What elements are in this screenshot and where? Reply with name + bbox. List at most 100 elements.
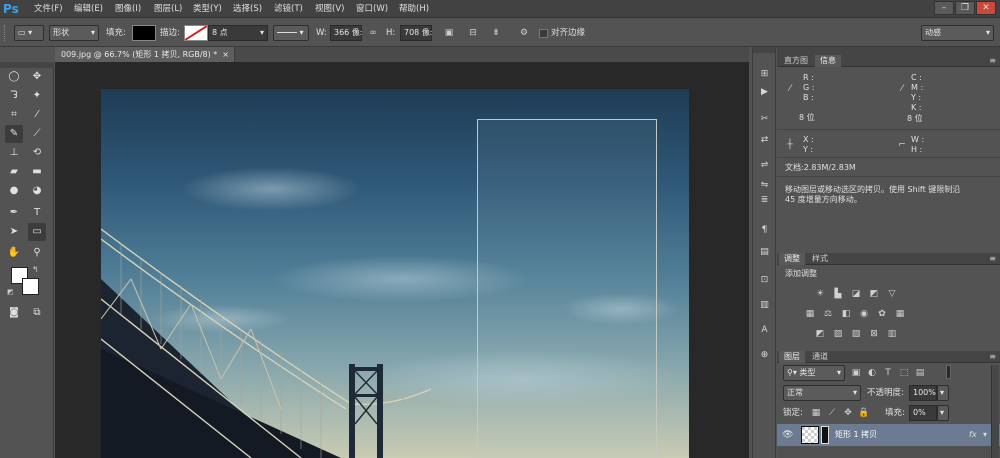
tab-channels[interactable]: 通道 bbox=[807, 351, 833, 363]
filter-adjustment-icon[interactable]: ◐ bbox=[865, 366, 879, 380]
filter-shape-icon[interactable]: ⬚ bbox=[897, 366, 911, 380]
actions-panel-icon[interactable]: ▶ bbox=[756, 84, 773, 100]
lock-transparency-icon[interactable]: ▦ bbox=[809, 406, 823, 420]
color-balance-icon[interactable]: ⚖ bbox=[821, 307, 835, 321]
fill-slider-toggle[interactable]: ▾ bbox=[937, 405, 949, 421]
brush-tool-icon[interactable]: ⟋ bbox=[28, 125, 46, 143]
blur-tool-icon[interactable]: ● bbox=[5, 182, 23, 200]
brush-presets-icon[interactable]: ⇄ bbox=[756, 132, 773, 148]
workspace-select[interactable]: 动感 ▾ bbox=[921, 25, 994, 41]
move-tool-icon[interactable]: ✥ bbox=[28, 68, 46, 86]
hue-saturation-icon[interactable]: ▦ bbox=[803, 307, 817, 321]
default-colors-icon[interactable]: ◩ bbox=[7, 288, 16, 297]
menu-select[interactable]: 选择(S) bbox=[233, 0, 262, 18]
layer-row-selected[interactable]: 👁 矩形 1 拷贝 fx ▾ bbox=[777, 424, 1000, 446]
tab-histogram[interactable]: 直方图 bbox=[779, 55, 813, 67]
layer-filter-select[interactable]: ⚲▾ 类型 ▾ bbox=[783, 365, 845, 381]
channel-mixer-icon[interactable]: ✿ bbox=[875, 307, 889, 321]
selective-color-icon[interactable]: ⊠ bbox=[867, 327, 881, 341]
tab-layers[interactable]: 图层 bbox=[779, 351, 805, 363]
character-panel-icon[interactable]: A bbox=[756, 322, 773, 338]
align-edges-checkbox[interactable] bbox=[539, 29, 548, 38]
threshold-icon[interactable]: ▧ bbox=[849, 327, 863, 341]
eyedropper-tool-icon[interactable]: ⁄ bbox=[28, 106, 46, 124]
opacity-field[interactable]: 100% bbox=[909, 385, 937, 401]
rectangle-tool-icon[interactable]: ▭ bbox=[28, 223, 46, 241]
strip-header[interactable] bbox=[753, 47, 775, 53]
character-styles-icon[interactable]: ▤ bbox=[756, 244, 773, 260]
tool-presets-icon[interactable]: ⇋ bbox=[756, 177, 773, 193]
menu-view[interactable]: 视图(V) bbox=[315, 0, 344, 18]
fill-swatch[interactable] bbox=[132, 25, 156, 41]
paragraph-panel-icon[interactable]: ¶ bbox=[756, 222, 773, 238]
document-tab-close[interactable]: × bbox=[222, 47, 229, 62]
lock-all-icon[interactable]: 🔒 bbox=[857, 406, 871, 420]
rectangle-shape-layer[interactable] bbox=[477, 119, 657, 458]
link-icon[interactable]: ∞ bbox=[366, 26, 380, 40]
posterize-icon[interactable]: ▨ bbox=[831, 327, 845, 341]
lasso-tool-icon[interactable]: ᘊ bbox=[5, 87, 23, 105]
panel-menu-icon[interactable]: ≡ bbox=[989, 55, 996, 67]
menu-file[interactable]: 文件(F) bbox=[34, 0, 63, 18]
levels-icon[interactable]: ▙ bbox=[831, 287, 845, 301]
lock-pixels-icon[interactable]: ⟋ bbox=[825, 406, 839, 420]
tab-styles[interactable]: 样式 bbox=[807, 253, 833, 265]
filter-pixel-icon[interactable]: ▣ bbox=[849, 366, 863, 380]
menu-filter[interactable]: 滤镜(T) bbox=[274, 0, 303, 18]
restore-button[interactable]: ❐ bbox=[955, 1, 975, 15]
dock-header[interactable] bbox=[777, 47, 1000, 55]
gradient-map-icon[interactable]: ▥ bbox=[885, 327, 899, 341]
history-brush-tool-icon[interactable]: ⟲ bbox=[28, 144, 46, 162]
fill-opacity-field[interactable]: 0% bbox=[909, 405, 937, 421]
panel-menu-icon[interactable]: ≡ bbox=[989, 253, 996, 265]
clone-source-icon[interactable]: ⇌ bbox=[756, 157, 773, 173]
stroke-width-field[interactable]: 8 点 ▾ bbox=[208, 25, 268, 41]
gear-icon[interactable]: ⚙ bbox=[517, 26, 531, 40]
filter-toggle[interactable] bbox=[946, 365, 951, 379]
zoom-tool-icon[interactable]: ⚲ bbox=[28, 244, 46, 262]
vibrance-icon[interactable]: ▽ bbox=[885, 287, 899, 301]
filter-type-icon[interactable]: T bbox=[881, 366, 895, 380]
menu-edit[interactable]: 编辑(E) bbox=[74, 0, 103, 18]
exposure-icon[interactable]: ◩ bbox=[867, 287, 881, 301]
curves-icon[interactable]: ◪ bbox=[849, 287, 863, 301]
layer-row-next[interactable] bbox=[777, 447, 1000, 458]
opacity-slider-toggle[interactable]: ▾ bbox=[937, 385, 949, 401]
screen-mode-icon[interactable]: ⧉ bbox=[28, 304, 46, 322]
document-tab[interactable]: 009.jpg @ 66.7% (矩形 1 拷贝, RGB/8) * × bbox=[55, 47, 235, 62]
timeline-icon[interactable]: ▥ bbox=[756, 297, 773, 313]
gradient-tool-icon[interactable]: ▬ bbox=[28, 163, 46, 181]
menu-layer[interactable]: 图层(L) bbox=[154, 0, 182, 18]
crop-tool-icon[interactable]: ⌗ bbox=[5, 106, 23, 124]
panel-menu-icon[interactable]: ≡ bbox=[989, 351, 996, 363]
history-panel-icon[interactable]: ⊞ bbox=[756, 66, 773, 82]
color-lookup-icon[interactable]: ▦ bbox=[893, 307, 907, 321]
swap-colors-icon[interactable]: ↰ bbox=[32, 265, 42, 275]
lock-position-icon[interactable]: ✥ bbox=[841, 406, 855, 420]
stroke-swatch[interactable] bbox=[184, 25, 208, 41]
layer-name[interactable]: 矩形 1 拷贝 bbox=[835, 430, 877, 440]
tab-adjustments[interactable]: 调整 bbox=[779, 253, 805, 265]
shape-mode-select[interactable]: 形状 ▾ bbox=[49, 25, 99, 41]
invert-icon[interactable]: ◩ bbox=[813, 327, 827, 341]
chevron-down-icon[interactable]: ▾ bbox=[983, 430, 987, 440]
layers-scrollbar[interactable] bbox=[991, 365, 999, 458]
stroke-type-select[interactable]: ▾ bbox=[273, 25, 309, 41]
menu-help[interactable]: 帮助(H) bbox=[399, 0, 429, 18]
path-alignment-icon[interactable]: ⊟ bbox=[466, 26, 480, 40]
blend-mode-select[interactable]: 正常 ▾ bbox=[783, 385, 861, 401]
dodge-tool-icon[interactable]: ◕ bbox=[28, 182, 46, 200]
pen-tool-icon[interactable]: ✒ bbox=[5, 204, 23, 222]
background-color-swatch[interactable] bbox=[22, 278, 39, 295]
close-window-button[interactable]: ✕ bbox=[976, 1, 996, 15]
spot-healing-tool-icon[interactable]: ✎ bbox=[5, 125, 23, 143]
photo-filter-icon[interactable]: ◉ bbox=[857, 307, 871, 321]
marquee-tool-icon[interactable]: ◯ bbox=[5, 68, 23, 86]
black-white-icon[interactable]: ◧ bbox=[839, 307, 853, 321]
minimize-button[interactable]: – bbox=[934, 1, 954, 15]
eraser-tool-icon[interactable]: ▰ bbox=[5, 163, 23, 181]
height-field[interactable]: 708 像: bbox=[400, 25, 433, 41]
path-arrangement-icon[interactable]: ⇟ bbox=[489, 26, 503, 40]
menu-type[interactable]: 类型(Y) bbox=[193, 0, 222, 18]
path-operations-icon[interactable]: ▣ bbox=[442, 26, 456, 40]
